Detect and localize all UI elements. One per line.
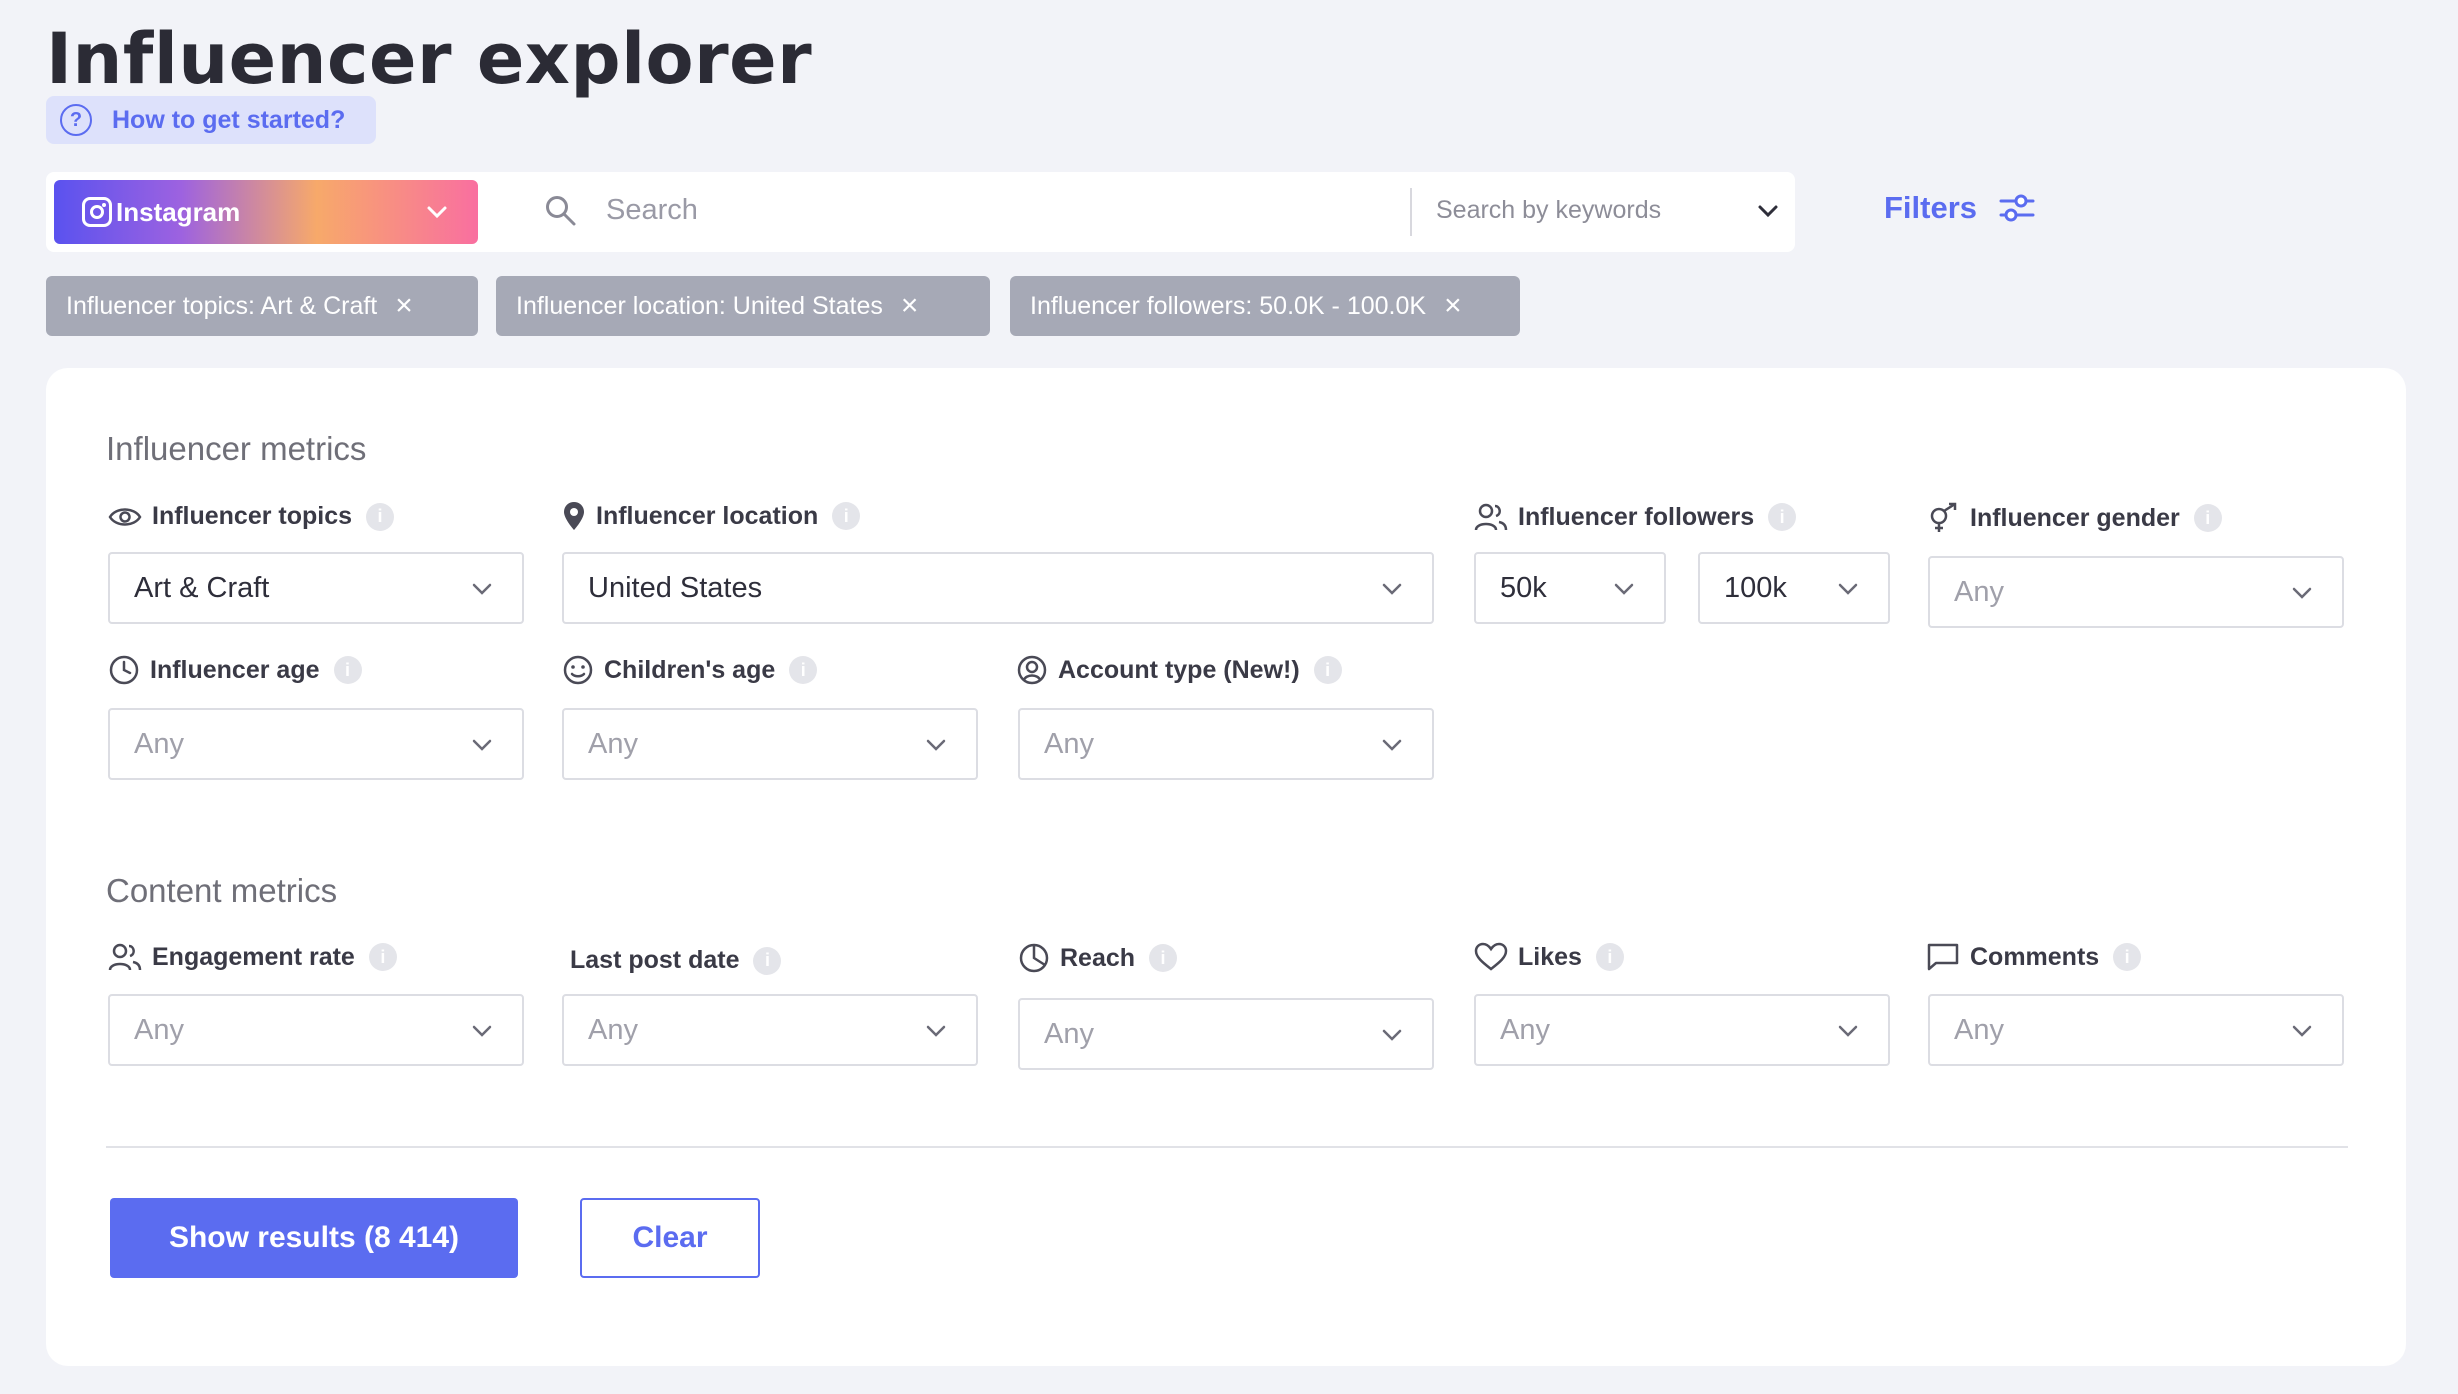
chevron-down-icon	[472, 583, 492, 595]
followers-max-select[interactable]: 100k	[1698, 552, 1890, 624]
info-icon[interactable]: i	[366, 502, 395, 531]
last-post-date-label: Last post date i	[570, 946, 782, 975]
info-icon[interactable]: i	[333, 656, 362, 684]
influencer-gender-select[interactable]: Any	[1928, 556, 2344, 628]
comments-select[interactable]: Any	[1928, 994, 2344, 1066]
info-icon[interactable]: i	[753, 946, 782, 975]
filter-chip-location: Influencer location: United States ×	[496, 276, 990, 336]
likes-select[interactable]: Any	[1474, 994, 1890, 1066]
sliders-icon	[1999, 194, 2035, 222]
chevron-down-icon	[1382, 583, 1402, 595]
help-link[interactable]: ? How to get started?	[46, 96, 376, 144]
chevron-down-icon	[472, 1025, 492, 1037]
users-icon	[1474, 502, 1508, 532]
influencer-age-select[interactable]: Any	[108, 708, 524, 780]
chevron-down-icon	[2292, 587, 2312, 599]
pie-chart-icon	[1018, 942, 1050, 974]
gender-icon	[1926, 502, 1960, 534]
info-icon[interactable]: i	[832, 502, 861, 530]
platform-label: Instagram	[116, 196, 241, 227]
filter-chip-topics: Influencer topics: Art & Craft ×	[46, 276, 478, 336]
close-icon[interactable]: ×	[901, 289, 919, 323]
childrens-age-select[interactable]: Any	[562, 708, 978, 780]
influencer-location-label: Influencer location i	[562, 500, 861, 532]
filters-button[interactable]: Filters	[1884, 190, 2035, 226]
search-separator	[1410, 188, 1412, 236]
close-icon[interactable]: ×	[1444, 289, 1462, 323]
users-icon	[108, 942, 142, 972]
influencer-followers-label: Influencer followers i	[1474, 502, 1797, 532]
eye-icon	[108, 504, 142, 530]
engagement-rate-label: Engagement rate i	[108, 942, 397, 972]
search-mode-select[interactable]: Search by keywords	[1436, 196, 1661, 225]
reach-select[interactable]: Any	[1018, 998, 1434, 1070]
close-icon[interactable]: ×	[395, 289, 413, 323]
chevron-down-icon	[1382, 739, 1402, 751]
followers-min-select[interactable]: 50k	[1474, 552, 1666, 624]
filters-label: Filters	[1884, 190, 1978, 225]
content-metrics-title: Content metrics	[106, 872, 338, 909]
influencer-age-label: Influencer age i	[108, 654, 362, 686]
help-link-label: How to get started?	[112, 105, 346, 134]
heart-icon	[1474, 942, 1508, 972]
last-post-date-select[interactable]: Any	[562, 994, 978, 1066]
account-type-label: Account type (New!) i	[1016, 654, 1342, 686]
likes-label: Likes i	[1474, 942, 1624, 972]
childrens-age-label: Children's age i	[562, 654, 818, 686]
search-icon	[546, 196, 576, 226]
influencer-gender-label: Influencer gender i	[1926, 502, 2222, 534]
comment-icon	[1926, 942, 1960, 972]
info-icon[interactable]: i	[1768, 503, 1797, 531]
info-icon[interactable]: i	[789, 656, 818, 684]
info-icon[interactable]: i	[368, 943, 397, 971]
chevron-down-icon	[1614, 583, 1634, 595]
comments-label: Comments i	[1926, 942, 2142, 972]
search-input[interactable]	[606, 194, 1386, 227]
filters-panel: Influencer metrics Influencer topics i I…	[46, 368, 2406, 1366]
chevron-down-icon	[1382, 1029, 1402, 1041]
user-circle-icon	[1016, 654, 1048, 686]
smiley-icon	[562, 654, 594, 686]
platform-selector[interactable]: Instagram	[54, 180, 478, 244]
info-icon[interactable]: i	[1595, 943, 1624, 971]
influencer-location-select[interactable]: United States	[562, 552, 1434, 624]
page-title: Influencer explorer	[46, 18, 813, 100]
divider	[106, 1146, 2348, 1148]
info-icon[interactable]: i	[2113, 943, 2142, 971]
clock-icon	[108, 654, 140, 686]
instagram-icon	[82, 197, 112, 227]
chip-label: Influencer location: United States	[516, 291, 883, 320]
chevron-down-icon	[1838, 1025, 1858, 1037]
chevron-down-icon[interactable]	[1756, 199, 1780, 223]
chevron-down-icon	[926, 1025, 946, 1037]
chevron-down-icon	[2292, 1025, 2312, 1037]
reach-label: Reach i	[1018, 942, 1178, 974]
info-icon[interactable]: i	[1313, 656, 1342, 684]
show-results-button[interactable]: Show results (8 414)	[110, 1198, 518, 1278]
info-icon[interactable]: i	[1149, 944, 1178, 972]
chip-label: Influencer followers: 50.0K - 100.0K	[1030, 291, 1427, 320]
info-icon[interactable]: i	[2193, 504, 2222, 532]
filter-chip-followers: Influencer followers: 50.0K - 100.0K ×	[1010, 276, 1520, 336]
chevron-down-icon	[427, 206, 447, 219]
chevron-down-icon	[472, 739, 492, 751]
search-bar: Instagram Search by keywords	[46, 172, 1795, 252]
chevron-down-icon	[1838, 583, 1858, 595]
engagement-rate-select[interactable]: Any	[108, 994, 524, 1066]
account-type-select[interactable]: Any	[1018, 708, 1434, 780]
influencer-topics-select[interactable]: Art & Craft	[108, 552, 524, 624]
chevron-down-icon	[926, 739, 946, 751]
location-pin-icon	[562, 500, 586, 532]
question-icon: ?	[60, 104, 92, 136]
chip-label: Influencer topics: Art & Craft	[66, 291, 378, 320]
influencer-topics-label: Influencer topics i	[108, 502, 395, 531]
influencer-metrics-title: Influencer metrics	[106, 430, 367, 467]
clear-button[interactable]: Clear	[580, 1198, 760, 1278]
page: Influencer explorer ? How to get started…	[0, 0, 2458, 1394]
